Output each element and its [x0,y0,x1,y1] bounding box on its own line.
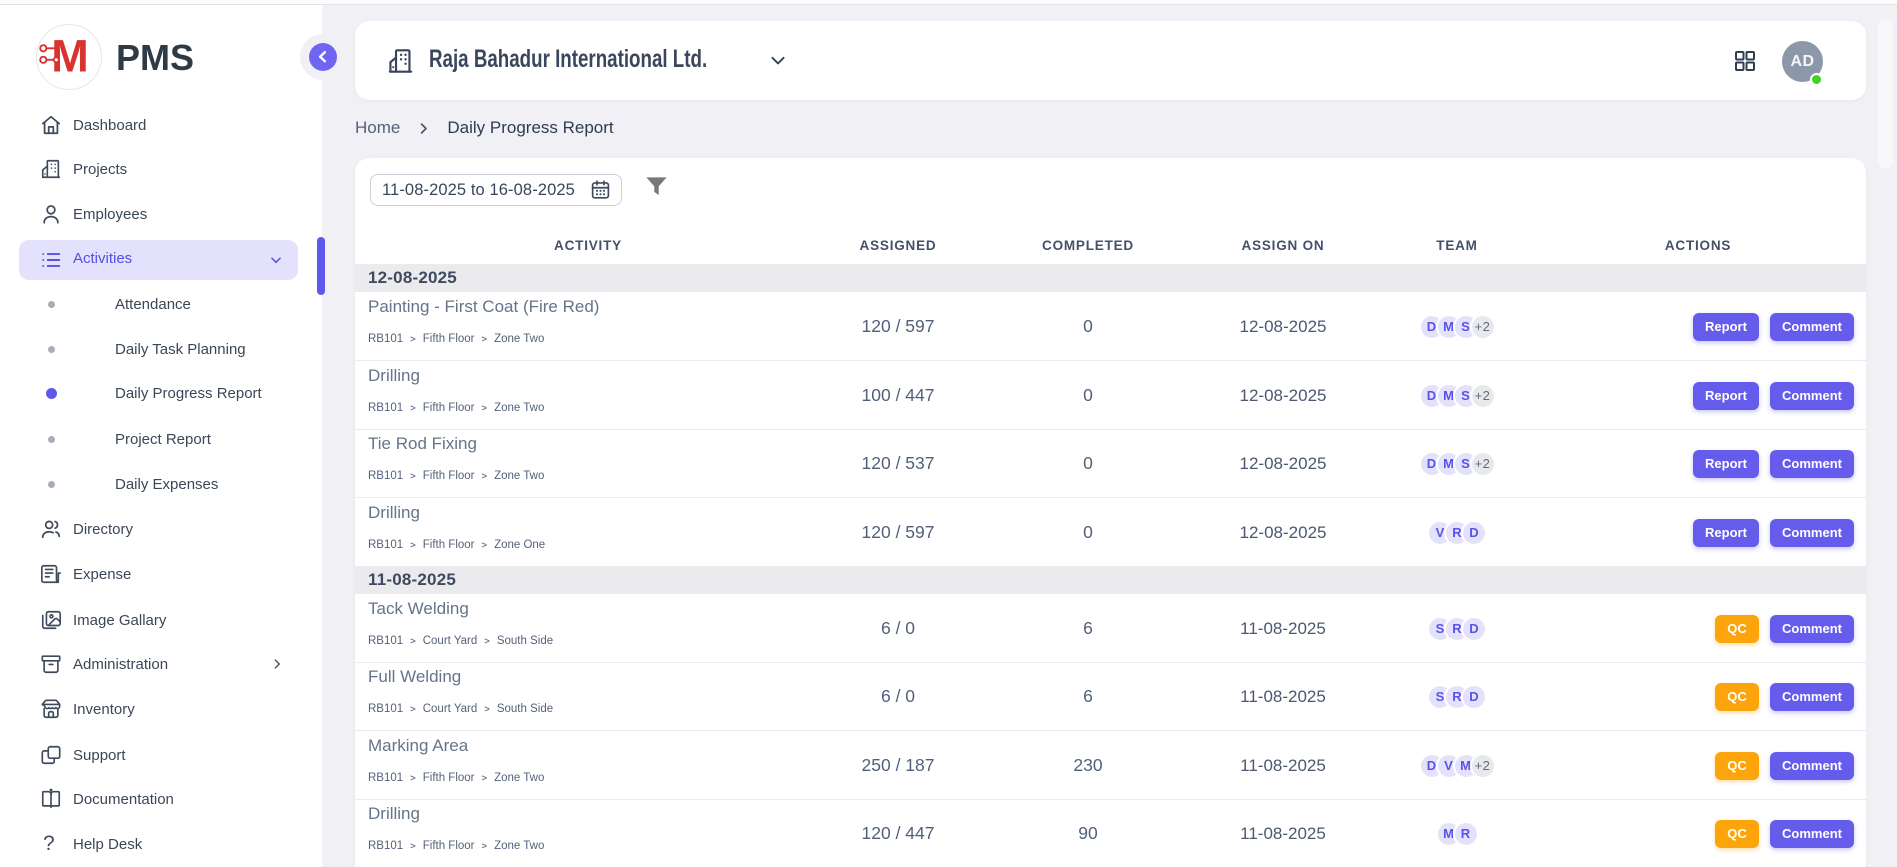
svg-text:M: M [51,31,89,82]
